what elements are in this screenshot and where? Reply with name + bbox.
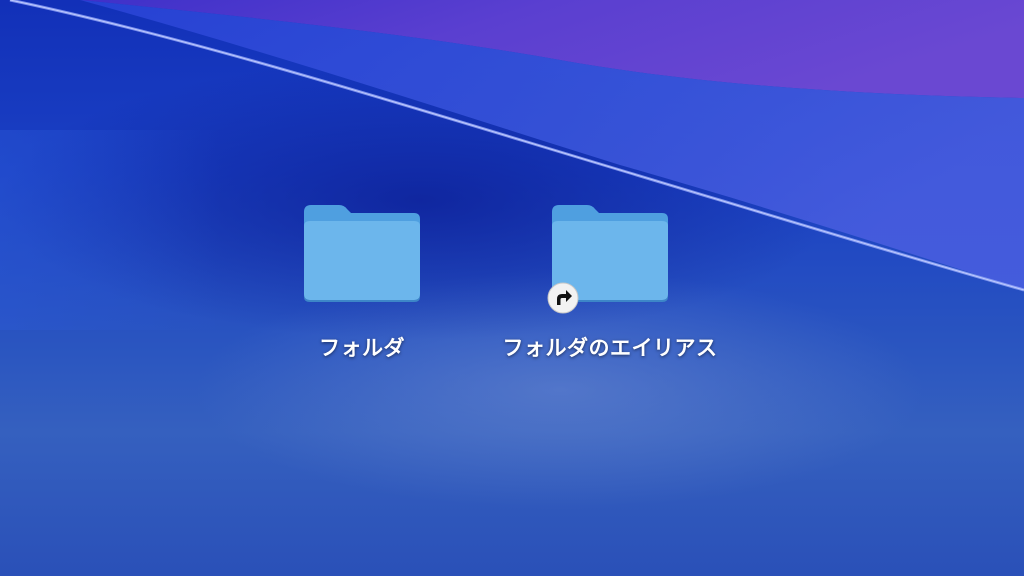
desktop-icon-folder-alias[interactable]: フォルダのエイリアス: [480, 196, 740, 376]
folder-icon: [304, 205, 420, 302]
icon-label: フォルダのエイリアス: [502, 336, 718, 360]
desktop-icon-folder[interactable]: フォルダ: [232, 196, 492, 376]
desktop: フォルダ フォルダのエイリアス: [0, 0, 1024, 576]
alias-arrow-icon: [547, 282, 579, 314]
icon-label: フォルダ: [319, 336, 405, 360]
